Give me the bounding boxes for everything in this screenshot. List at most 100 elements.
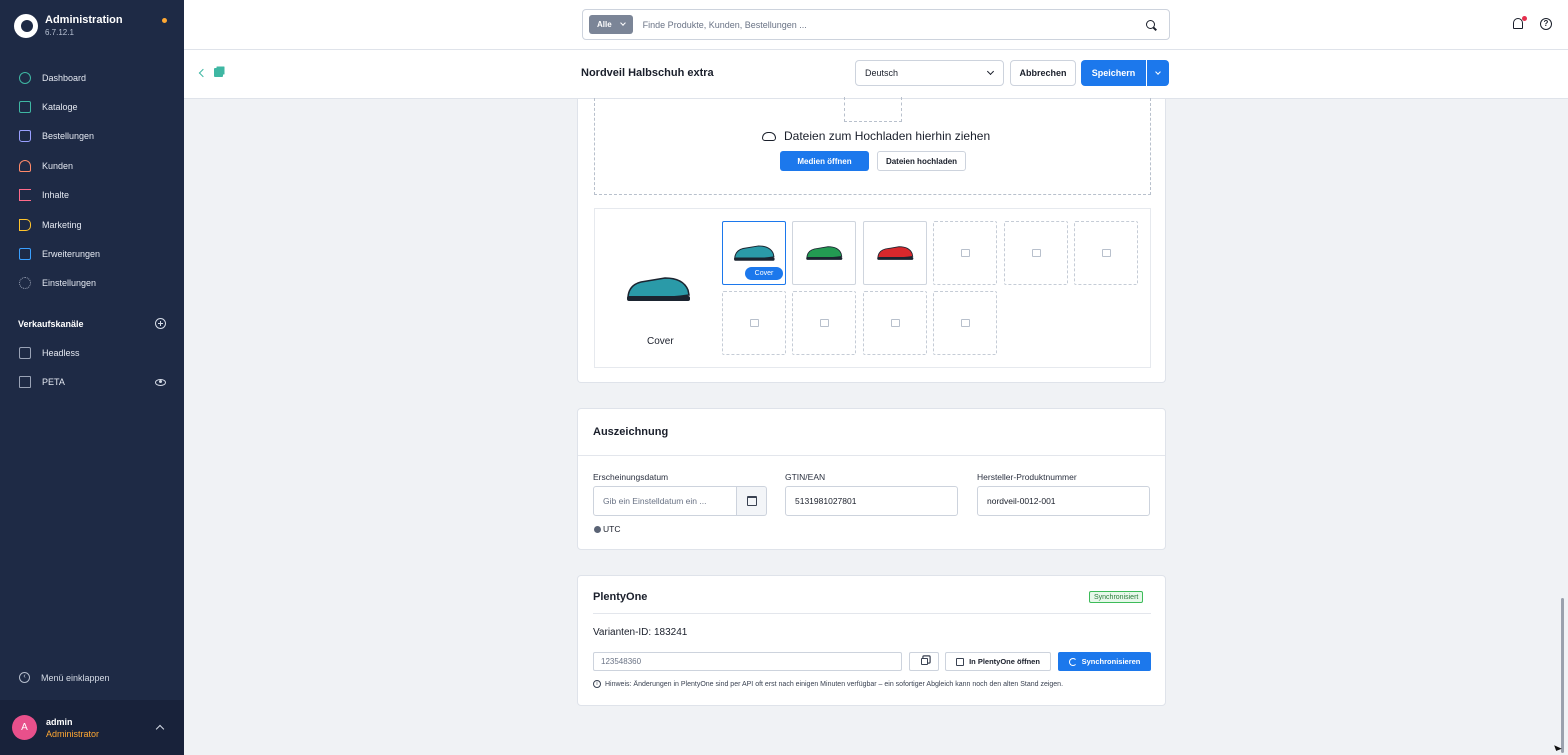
timezone-hint: UTC <box>594 524 620 534</box>
sync-hint: i Hinweis: Änderungen in PlentyOne sind p… <box>593 680 1063 688</box>
search-filter-label: Alle <box>597 20 612 29</box>
product-icon <box>214 68 223 77</box>
gtin-input[interactable]: 5131981027801 <box>785 486 958 516</box>
language-value: Deutsch <box>865 68 899 78</box>
button-label: Synchronisieren <box>1081 657 1141 666</box>
sales-channels-header: Verkaufskanäle <box>18 318 166 329</box>
sidebar-item-bestellungen[interactable]: Bestellungen <box>0 122 184 151</box>
shoe-upper <box>734 245 775 260</box>
hint-text: Hinweis: Änderungen in PlentyOne sind pe… <box>605 680 1064 688</box>
image-placeholder-icon <box>1031 249 1041 257</box>
image-placeholder-icon <box>890 319 900 327</box>
empty-media-slot[interactable] <box>933 291 997 355</box>
avatar: A <box>12 715 37 740</box>
sidebar-item-erweiterungen[interactable]: Erweiterungen <box>0 239 184 268</box>
timezone-label: UTC <box>603 524 621 534</box>
sales-channel-label: PETA <box>42 377 65 388</box>
auszeichnung-card: Auszeichnung Erscheinungsdatum Gib ein E… <box>577 408 1166 550</box>
add-sales-channel-icon[interactable] <box>155 318 166 329</box>
sidebar-item-kunden[interactable]: Kunden <box>0 151 184 180</box>
divider <box>578 455 1165 456</box>
sidebar-item-label: Dashboard <box>42 72 87 83</box>
extensions-icon <box>19 248 31 261</box>
chevron-down-icon <box>986 67 995 76</box>
plentyone-item-id-field[interactable]: 123548360 <box>593 652 902 671</box>
media-thumbnail[interactable]: Cover <box>722 221 786 285</box>
sidebar-item-dashboard[interactable]: Dashboard <box>0 63 184 92</box>
search-bar: Alle Finde Produkte, Kunden, Bestellunge… <box>582 9 1170 40</box>
calendar-icon <box>746 496 757 506</box>
chevron-up-icon <box>155 724 165 734</box>
sidebar-item-kataloge[interactable]: Kataloge <box>0 92 184 121</box>
headless-icon <box>19 346 31 359</box>
back-arrow-icon[interactable] <box>198 68 208 78</box>
external-link-icon <box>956 657 965 666</box>
language-select[interactable]: Deutsch <box>855 60 1004 86</box>
sidebar-item-label: Erweiterungen <box>42 249 101 260</box>
cover-image <box>627 277 690 301</box>
cancel-button[interactable]: Abbrechen <box>1010 60 1076 86</box>
gtin-label: GTIN/EAN <box>785 472 826 482</box>
gear-icon <box>19 277 31 290</box>
shoe-thumbnail-image <box>877 246 914 260</box>
eye-icon[interactable] <box>155 378 166 386</box>
image-placeholder-icon <box>819 319 829 327</box>
card-title: PlentyOne <box>593 591 648 603</box>
image-placeholder-icon <box>1101 249 1111 257</box>
orders-icon <box>19 130 31 143</box>
sidebar-item-einstellungen[interactable]: Einstellungen <box>0 269 184 298</box>
empty-media-slot[interactable] <box>792 291 856 355</box>
sidebar-item-label: Kataloge <box>42 102 78 113</box>
media-thumbnail[interactable] <box>863 221 927 285</box>
calendar-button[interactable] <box>737 486 767 516</box>
divider <box>593 613 1151 614</box>
image-placeholder-icon <box>844 97 902 122</box>
sales-channel-label: Headless <box>42 347 80 358</box>
image-placeholder-icon <box>960 249 970 257</box>
page-title: Nordveil Halbschuh extra <box>581 67 714 79</box>
collapse-menu-button[interactable]: ‹ Menü einklappen <box>19 672 110 683</box>
save-options-button[interactable] <box>1147 60 1169 86</box>
empty-media-slot[interactable] <box>1004 221 1068 285</box>
sales-channel-list: Headless PETA <box>0 338 184 397</box>
sales-channel-peta[interactable]: PETA <box>0 368 184 398</box>
collapse-menu-label: Menü einklappen <box>41 672 110 683</box>
empty-media-slot[interactable] <box>933 221 997 285</box>
brand[interactable]: Administration 6.7.12.1 <box>14 13 123 38</box>
notification-dot-icon <box>162 18 167 23</box>
sidebar-item-marketing[interactable]: Marketing <box>0 210 184 239</box>
status-badge: Synchronisiert <box>1089 591 1144 603</box>
sales-channel-headless[interactable]: Headless <box>0 338 184 368</box>
empty-media-slot[interactable] <box>722 291 786 355</box>
search-type-filter[interactable]: Alle <box>589 15 633 34</box>
upload-files-button[interactable]: Dateien hochladen <box>877 151 966 171</box>
open-media-button[interactable]: Medien öffnen <box>780 151 869 171</box>
empty-media-slot[interactable] <box>863 291 927 355</box>
user-menu[interactable]: A admin Administrator <box>0 700 184 755</box>
media-thumbnail[interactable] <box>792 221 856 285</box>
sidebar-item-label: Marketing <box>42 219 82 230</box>
image-placeholder-icon <box>960 319 970 327</box>
card-title: Auszeichnung <box>593 426 669 438</box>
mpn-input[interactable]: nordveil-0012-001 <box>977 486 1150 516</box>
copy-button[interactable] <box>909 652 939 671</box>
save-button[interactable]: Speichern <box>1081 60 1146 86</box>
search-icon[interactable] <box>1146 20 1155 29</box>
sidebar-item-inhalte[interactable]: Inhalte <box>0 181 184 210</box>
help-icon[interactable]: ? <box>1540 18 1552 30</box>
search-input[interactable]: Finde Produkte, Kunden, Bestellungen ... <box>643 20 1146 30</box>
top-bar: Alle Finde Produkte, Kunden, Bestellunge… <box>184 0 1568 50</box>
release-date-input[interactable]: Gib ein Einstelldatum ein ... <box>593 486 737 516</box>
button-label: In PlentyOne öffnen <box>969 657 1040 666</box>
info-icon: i <box>593 680 601 688</box>
storefront-icon <box>19 376 31 389</box>
empty-media-slot[interactable] <box>1074 221 1138 285</box>
open-in-plentyone-button[interactable]: In PlentyOne öffnen <box>945 652 1051 671</box>
scrollbar[interactable] <box>1561 598 1564 753</box>
cover-label: Cover <box>647 336 674 347</box>
release-date-label: Erscheinungsdatum <box>593 472 669 482</box>
upload-dropzone[interactable]: Dateien zum Hochladen hierhin ziehen Med… <box>594 97 1151 195</box>
synchronize-button[interactable]: Synchronisieren <box>1058 652 1151 671</box>
plentyone-card: PlentyOne Synchronisiert Varianten-ID: 1… <box>577 575 1166 706</box>
cloud-upload-icon <box>762 131 776 141</box>
